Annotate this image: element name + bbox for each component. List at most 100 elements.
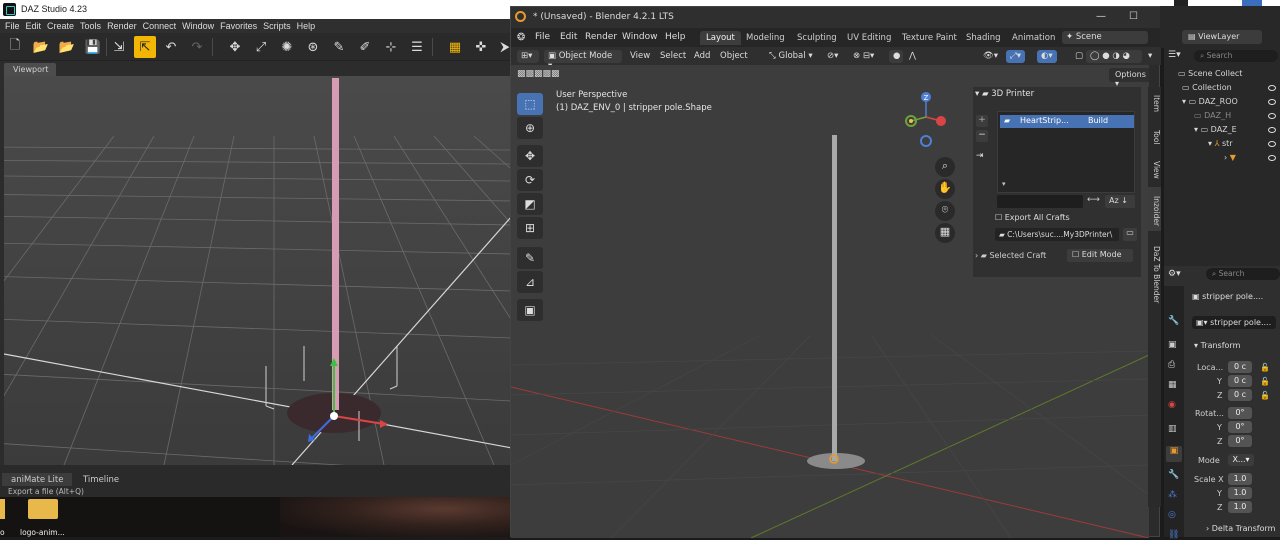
daz-viewport-tab[interactable]: Viewport [4, 63, 56, 76]
outliner-search-input[interactable]: ⌕ Search [1194, 50, 1278, 62]
save-icon[interactable]: 💾 [82, 36, 104, 58]
shading-dropdown-icon[interactable]: ▾ [1144, 50, 1156, 63]
blender-menu-render[interactable]: Render [585, 32, 617, 42]
sidebar-tab-tool[interactable]: Tool [1148, 123, 1161, 147]
folder-icon[interactable] [28, 499, 58, 519]
orientation-dropdown[interactable]: ⤡ Global ▾ [765, 50, 817, 63]
location-y-field[interactable]: 0 c [1228, 375, 1252, 387]
sidebar-tab-inzoider[interactable]: Inzoider [1148, 187, 1161, 231]
craft-list-item[interactable]: ▰ HeartStrip... Build [1000, 115, 1134, 128]
shading-modes-icon[interactable]: ◯ ● ◑ ◕ [1086, 50, 1142, 63]
list-filter-input[interactable] [997, 195, 1083, 208]
add-menu[interactable]: Add [690, 50, 714, 63]
daz-menu-favorites[interactable]: Favorites [218, 19, 261, 33]
gizmo-toggle-icon[interactable]: ⤢▾ [1006, 50, 1026, 63]
location-x-field[interactable]: 0 c [1228, 361, 1252, 373]
3d-printer-header[interactable]: ▾ ▰ 3D Printer [975, 89, 1034, 99]
geometry-editor-icon[interactable]: ⊛ [302, 36, 324, 58]
editor-type-icon[interactable]: ⊞▾ [517, 50, 539, 63]
tab-uv-editing[interactable]: UV Editing [841, 31, 897, 45]
object-name-field[interactable]: ▣▾ stripper pole.... [1192, 316, 1276, 329]
select-mode-icons[interactable]: ▩▩▩▩▩ [517, 69, 560, 79]
blender-menu-edit[interactable]: Edit [560, 32, 577, 42]
list-icon[interactable]: ☰ [406, 36, 428, 58]
visibility-eye-icon[interactable] [1268, 99, 1276, 105]
timeline-tab[interactable]: Timeline [74, 473, 128, 486]
merge-icon[interactable]: 📂 [56, 36, 78, 58]
import-icon[interactable]: ⇲ [108, 36, 130, 58]
list-expand-icon[interactable]: ▾ [1002, 180, 1006, 188]
joint-editor-icon[interactable]: ✺ [276, 36, 298, 58]
outliner-row-mesh[interactable]: › ▼ [1224, 153, 1236, 162]
pivot-icon[interactable]: ⊘▾ [823, 50, 842, 63]
remove-craft-button[interactable]: − [976, 130, 988, 142]
proportional-edit-icon[interactable]: ● [889, 50, 903, 63]
sidebar-tab-view[interactable]: View [1148, 155, 1161, 181]
minimize-icon[interactable]: — [1096, 11, 1106, 22]
surface-selection-icon[interactable]: ✎ [328, 36, 350, 58]
daz-menu-create[interactable]: Create [45, 19, 78, 33]
build-button[interactable]: Build [1088, 116, 1108, 125]
delta-transform-header[interactable]: › Delta Transform [1206, 524, 1275, 533]
tab-sculpting[interactable]: Sculpting [791, 31, 843, 45]
transform-tool-icon[interactable]: ⊞ [517, 217, 543, 239]
add-craft-button[interactable]: + [976, 115, 988, 127]
blender-menu-window[interactable]: Window [622, 32, 658, 42]
transform-icon[interactable]: ⊹ [380, 36, 402, 58]
blender-stripper-pole[interactable] [832, 135, 837, 461]
folder-icon-left[interactable] [0, 499, 5, 519]
object-name-label[interactable]: ▣ stripper pole.... [1192, 292, 1263, 301]
cursor-tool-icon[interactable]: ⊕ [517, 117, 543, 139]
annotate-tool-icon[interactable]: ✎ [517, 247, 543, 269]
craft-list[interactable]: ▰ HeartStrip... Build ▾ [997, 111, 1135, 193]
constraints-tab-icon[interactable]: ⛓ [1168, 530, 1179, 540]
particles-tab-icon[interactable]: ⁂ [1168, 490, 1177, 500]
outliner-row-str[interactable]: ▾ ⅄ str [1208, 139, 1233, 148]
node-selection-icon[interactable]: ✥ [224, 36, 246, 58]
rotation-mode-dropdown[interactable]: X...▾ [1228, 454, 1254, 466]
scale-y-field[interactable]: 1.0 [1228, 487, 1252, 499]
scene-tab-icon[interactable]: ◉ [1168, 400, 1176, 410]
visibility-eye-icon[interactable] [1268, 155, 1276, 161]
open-icon[interactable]: 📂 [30, 36, 52, 58]
options-dropdown[interactable]: Options ▾ [1109, 68, 1149, 88]
physics-tab-icon[interactable]: ◎ [1168, 510, 1176, 520]
object-tab-icon[interactable]: ▣ [1166, 446, 1182, 462]
tab-texture-paint[interactable]: Texture Paint [896, 31, 963, 45]
move-icon[interactable]: ✜ [470, 36, 492, 58]
view-layer-tab-icon[interactable]: ▦ [1168, 380, 1177, 390]
outliner-row-daz-root[interactable]: ▾ ▭ DAZ_ROO [1182, 97, 1238, 106]
blender-menu-logo-icon[interactable]: ❂ [517, 32, 525, 43]
scale-x-field[interactable]: 1.0 [1228, 473, 1252, 485]
select-box-tool-icon[interactable]: ⬚ [517, 93, 543, 115]
daz-menu-render[interactable]: Render [105, 19, 141, 33]
animate-lite-tab[interactable]: aniMate Lite [2, 473, 73, 486]
redo-icon[interactable]: ↷ [186, 36, 208, 58]
modifiers-tab-icon[interactable]: 🔧 [1168, 470, 1179, 480]
properties-type-icon[interactable]: ⚙▾ [1168, 269, 1181, 279]
daz-menu-edit[interactable]: Edit [24, 19, 46, 33]
sidebar-tab-item[interactable]: Item [1148, 89, 1161, 115]
scale-tool-icon[interactable]: ◩ [517, 193, 543, 215]
daz-menu-connect[interactable]: Connect [141, 19, 181, 33]
daz-menu-help[interactable]: Help [295, 19, 320, 33]
region-navigator-icon[interactable]: ✐ [354, 36, 376, 58]
transform-panel-header[interactable]: ▾ Transform [1194, 341, 1240, 350]
tab-layout[interactable]: Layout [700, 31, 741, 45]
desktop-icon-label-left[interactable]: o [0, 528, 5, 537]
overlay-toggle-icon[interactable]: ◐▾ [1037, 50, 1057, 63]
visibility-eye-icon[interactable] [1268, 113, 1276, 119]
export-path-field[interactable]: ▰ C:\Users\suc....My3DPrinter\ [995, 228, 1119, 241]
mode-dropdown[interactable]: ▣ Object Mode ▾ [544, 50, 622, 71]
rotation-x-field[interactable]: 0° [1228, 407, 1252, 419]
sidebar-tab-daz-to-blender[interactable]: DaZ To Blender [1148, 237, 1161, 309]
location-z-field[interactable]: 0 c [1228, 389, 1252, 401]
camera-view-icon[interactable]: ⌾ [935, 201, 955, 221]
move-tool-icon[interactable]: ✥ [517, 145, 543, 167]
outliner-type-icon[interactable]: ☰▾ [1168, 50, 1181, 60]
tab-modeling[interactable]: Modeling [740, 31, 791, 45]
blender-menu-file[interactable]: File [535, 32, 550, 42]
zoom-view-icon[interactable]: ⌕ [935, 157, 955, 177]
select-menu[interactable]: Select [656, 50, 690, 63]
daz-menu-file[interactable]: File [3, 19, 24, 33]
